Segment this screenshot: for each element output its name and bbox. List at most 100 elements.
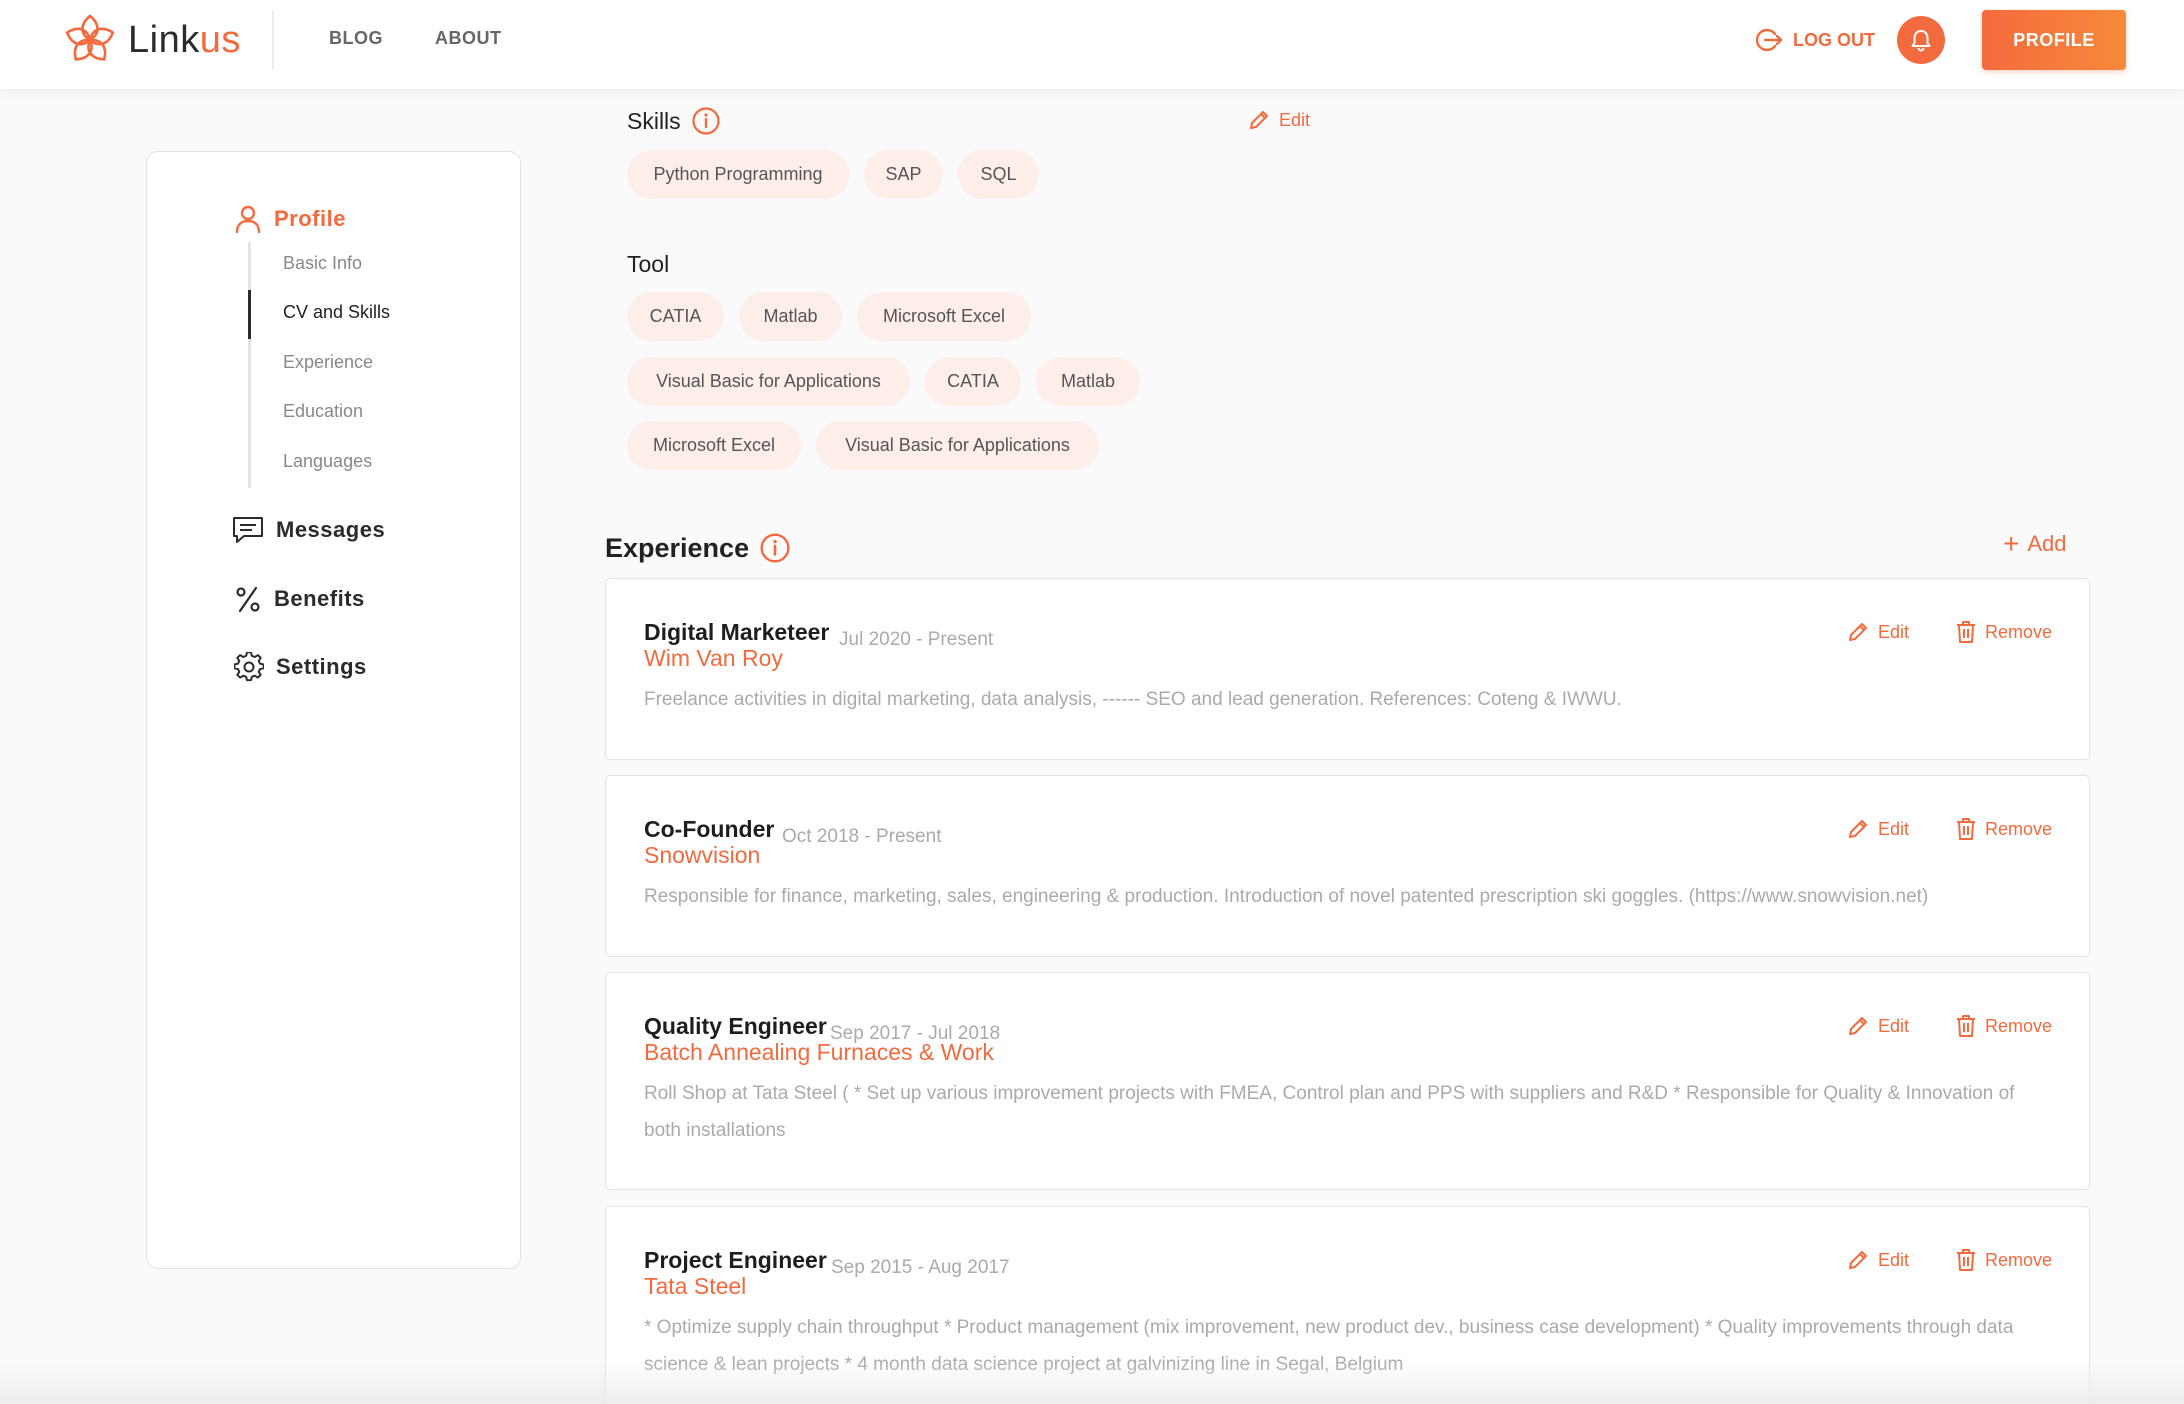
experience-description: Freelance activities in digital marketin… (644, 689, 1622, 710)
tool-chip: Matlab (1036, 357, 1140, 406)
remove-label: Remove (1985, 1249, 2053, 1270)
plus-icon: + (2003, 528, 2020, 559)
tool-chip: Microsoft Excel (627, 421, 801, 470)
bell-icon (1911, 30, 1931, 52)
logo-text: Linkus (128, 18, 241, 61)
tool-chip: CATIA (627, 292, 724, 341)
experience-description: Responsible for finance, marketing, sale… (644, 886, 1929, 907)
user-icon (235, 205, 261, 234)
submenu-active-indicator (248, 290, 251, 339)
sidebar-item-settings[interactable]: Settings (234, 652, 367, 682)
tool-chip: CATIA (925, 357, 1021, 406)
skill-chip: SQL (958, 150, 1039, 199)
tool-chip: Visual Basic for Applications (627, 357, 910, 406)
experience-card: Project Engineer Tata Steel Sep 2015 - A… (605, 1206, 2090, 1404)
sidebar-item-messages[interactable]: Messages (232, 515, 385, 545)
experience-remove-button[interactable]: Remove (1955, 620, 2052, 644)
experience-remove-button[interactable]: Remove (1955, 1248, 2052, 1272)
add-experience-button[interactable]: + Add (2003, 530, 2067, 558)
tool-chip: Visual Basic for Applications (816, 421, 1099, 470)
experience-remove-button[interactable]: Remove (1955, 817, 2052, 841)
trash-icon (1957, 818, 1975, 840)
trash-icon (1957, 621, 1975, 643)
experience-card: Co-Founder Snowvision Oct 2018 - Present… (605, 775, 2090, 957)
experience-description: Roll Shop at Tata Steel ( * Set up vario… (644, 1083, 2015, 1141)
experience-date: Sep 2017 - Jul 2018 (830, 1023, 1001, 1044)
experience-remove-button[interactable]: Remove (1955, 1014, 2052, 1038)
pencil-icon (1849, 1251, 1867, 1269)
skills-edit-button[interactable]: Edit (1247, 108, 1310, 132)
experience-company: Tata Steel (644, 1273, 747, 1299)
percent-icon (236, 586, 260, 613)
logout-icon (1755, 28, 1783, 52)
sidebar-item-label: Benefits (274, 586, 365, 611)
linkus-logo[interactable]: Linkus (60, 10, 241, 70)
remove-label: Remove (1985, 818, 2053, 839)
add-label: Add (2027, 531, 2067, 556)
experience-edit-button[interactable]: Edit (1846, 1248, 1909, 1272)
experience-section-title: Experience (605, 532, 791, 564)
tool-chip: Microsoft Excel (857, 292, 1031, 341)
pencil-icon (1250, 111, 1268, 129)
experience-description: * Optimize supply chain throughput * Pro… (644, 1317, 2014, 1375)
experience-company: Wim Van Roy (644, 645, 783, 671)
message-icon (233, 517, 263, 543)
info-icon[interactable] (691, 106, 721, 136)
sidebar-item-label: Messages (276, 517, 386, 542)
experience-edit-button[interactable]: Edit (1846, 1014, 1909, 1038)
experience-date: Jul 2020 - Present (839, 629, 994, 650)
experience-job-title: Quality Engineer (644, 1013, 827, 1039)
experience-card: Quality Engineer Batch Annealing Furnace… (605, 972, 2090, 1190)
pencil-icon (1849, 820, 1867, 838)
notifications-button[interactable] (1897, 16, 1945, 64)
submenu-track (248, 242, 251, 488)
experience-edit-button[interactable]: Edit (1846, 620, 1909, 644)
edit-label: Edit (1878, 1249, 1910, 1270)
logout-label: LOG OUT (1793, 29, 1875, 50)
sidebar-subitem-cv-skills[interactable]: CV and Skills (283, 302, 390, 323)
skill-chip: SAP (864, 150, 943, 199)
sidebar-item-benefits[interactable]: Benefits (234, 584, 365, 614)
edit-label: Edit (1878, 1015, 1910, 1036)
tool-title: Tool (627, 251, 670, 277)
skill-chip: Python Programming (627, 150, 849, 199)
tool-section-title: Tool (627, 251, 669, 278)
experience-company: Snowvision (644, 842, 761, 868)
skills-title: Skills (627, 107, 681, 134)
trash-icon (1957, 1249, 1975, 1271)
sidebar-item-label: Settings (276, 654, 367, 679)
logout-button[interactable]: LOG OUT (1755, 26, 1875, 54)
experience-edit-button[interactable]: Edit (1846, 817, 1909, 841)
pencil-icon (1849, 623, 1867, 641)
remove-label: Remove (1985, 621, 2053, 642)
experience-job-title: Co-Founder (644, 816, 775, 842)
sidebar-subitem-languages[interactable]: Languages (283, 451, 372, 472)
remove-label: Remove (1985, 1015, 2053, 1036)
tool-chip: Matlab (739, 292, 842, 341)
edit-label: Edit (1878, 818, 1910, 839)
edit-label: Edit (1878, 621, 1910, 642)
experience-card: Digital Marketeer Wim Van Roy Jul 2020 -… (605, 578, 2090, 760)
profile-button[interactable]: PROFILE (1982, 10, 2126, 70)
sidebar-item-label: Profile (274, 206, 346, 231)
linkus-logo-icon (65, 14, 115, 61)
pencil-icon (1849, 1017, 1867, 1035)
header-divider (272, 10, 274, 70)
nav-about-link[interactable]: ABOUT (435, 28, 502, 49)
experience-date: Oct 2018 - Present (782, 826, 942, 847)
experience-job-title: Project Engineer (644, 1247, 827, 1273)
sidebar-subitem-basic-info[interactable]: Basic Info (283, 253, 362, 274)
gear-icon (234, 652, 264, 682)
info-icon[interactable] (759, 532, 791, 564)
experience-date: Sep 2015 - Aug 2017 (831, 1257, 1010, 1278)
trash-icon (1957, 1015, 1975, 1037)
sidebar-item-profile[interactable]: Profile (234, 204, 346, 234)
skills-section-title: Skills (627, 106, 721, 136)
experience-job-title: Digital Marketeer (644, 619, 830, 645)
sidebar-subitem-education[interactable]: Education (283, 401, 363, 422)
top-header: Linkus BLOG ABOUT LOG OUT PROFILE (0, 0, 2184, 89)
edit-label: Edit (1279, 109, 1311, 130)
nav-blog-link[interactable]: BLOG (329, 28, 383, 49)
experience-title: Experience (605, 532, 750, 563)
sidebar-subitem-experience[interactable]: Experience (283, 352, 373, 373)
